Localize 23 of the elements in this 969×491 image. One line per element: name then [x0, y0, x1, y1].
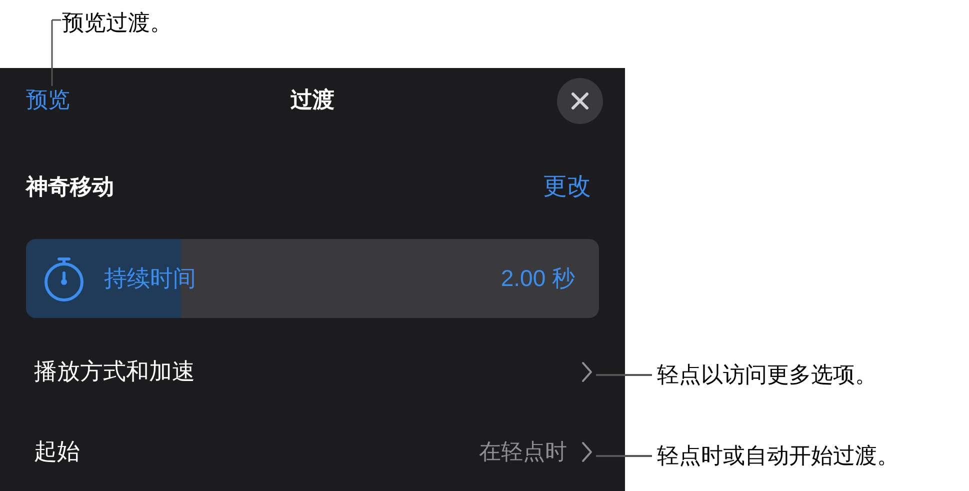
leader-line	[596, 455, 652, 457]
change-button[interactable]: 更改	[543, 168, 591, 205]
duration-label: 持续时间	[104, 264, 196, 294]
panel-title: 过渡	[290, 86, 334, 114]
settings-row[interactable]: 起始 在轻点时	[26, 412, 599, 491]
duration-reading: 2.00 秒	[500, 264, 575, 294]
chevron-icon	[581, 360, 593, 383]
duration-slider[interactable]: 持续时间 2.00 秒	[26, 239, 599, 318]
close-button[interactable]	[557, 78, 603, 124]
preview-button[interactable]: 预览	[26, 83, 70, 116]
row-label: 起始	[34, 437, 80, 466]
effect-name: 神奇移动	[26, 173, 114, 202]
chevron-icon	[581, 440, 593, 463]
leader-line	[50, 18, 62, 88]
settings-row[interactable]: 播放方式和加速	[26, 332, 599, 412]
row-label: 播放方式和加速	[34, 357, 195, 386]
leader-line	[596, 374, 652, 376]
callout-text: 轻点时或自动开始过渡。	[657, 442, 899, 470]
callout-text: 轻点以访问更多选项。	[657, 361, 877, 389]
stopwatch-icon	[42, 254, 86, 303]
row-value: 在轻点时	[479, 438, 567, 466]
close-icon	[571, 92, 589, 110]
callout-text: 预览过渡。	[62, 10, 172, 35]
